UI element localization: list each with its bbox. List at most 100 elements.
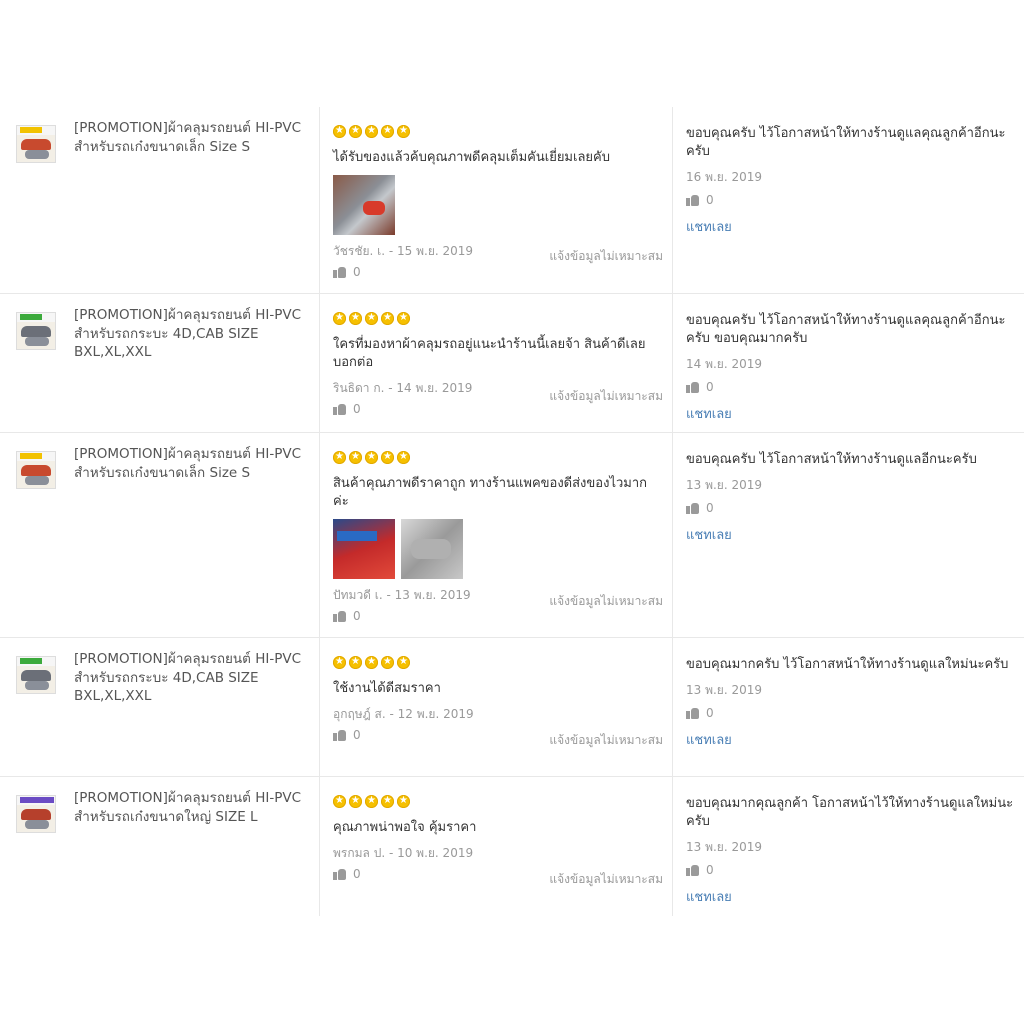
- reply-text: ขอบคุณมากคุณลูกค้า โอกาสหน้าไว้ให้ทางร้า…: [686, 796, 1014, 829]
- like-count: 0: [353, 728, 361, 742]
- thumbs-up-icon: [686, 381, 700, 393]
- reply-date: 13 พ.ย. 2019: [686, 683, 763, 697]
- review-row: [PROMOTION]ผ้าคลุมรถยนต์ HI-PVC สำหรับรถ…: [0, 107, 1024, 294]
- thumbs-up-icon: [686, 502, 700, 514]
- rating-stars: [333, 794, 663, 809]
- star-icon: [349, 794, 362, 808]
- column-divider: [319, 777, 320, 916]
- review-body: คุณภาพน่าพอใจ คุ้มราคา พรกมล ป. - 10 พ.ย…: [333, 794, 663, 903]
- rating-stars: [333, 450, 663, 465]
- review-photos: [333, 175, 663, 235]
- star-icon: [397, 794, 410, 808]
- thumbs-up-icon: [333, 403, 347, 415]
- rating-stars: [333, 655, 663, 670]
- reply-like-button[interactable]: 0: [686, 192, 1014, 208]
- report-link[interactable]: แจ้งข้อมูลไม่เหมาะสม: [549, 247, 663, 266]
- chat-now-link[interactable]: แชทเลย: [686, 524, 1014, 545]
- column-divider: [319, 107, 320, 293]
- seller-reply: ขอบคุณครับ ไว้โอกาสหน้าให้ทางร้านดูแลคุณ…: [686, 312, 1014, 424]
- product-title[interactable]: [PROMOTION]ผ้าคลุมรถยนต์ HI-PVC สำหรับรถ…: [74, 650, 310, 706]
- thumbs-up-icon: [686, 864, 700, 876]
- rating-stars: [333, 124, 663, 139]
- review-body: สินค้าคุณภาพดีราคาถูก ทางร้านแพคของดีส่ง…: [333, 450, 663, 625]
- seller-reply: ขอบคุณมากคุณลูกค้า โอกาสหน้าไว้ให้ทางร้า…: [686, 795, 1014, 907]
- product-title[interactable]: [PROMOTION]ผ้าคลุมรถยนต์ HI-PVC สำหรับรถ…: [74, 306, 310, 362]
- column-divider: [672, 638, 673, 776]
- star-icon: [365, 794, 378, 808]
- product-thumbnail[interactable]: [16, 125, 56, 163]
- seller-reply: ขอบคุณครับ ไว้โอกาสหน้าให้ทางร้านดูแลคุณ…: [686, 125, 1014, 237]
- reply-text: ขอบคุณครับ ไว้โอกาสหน้าให้ทางร้านดูแลอีก…: [686, 452, 977, 467]
- thumbs-up-icon: [333, 868, 347, 880]
- reply-like-count: 0: [706, 863, 714, 877]
- reply-date: 16 พ.ย. 2019: [686, 170, 763, 184]
- product-thumbnail[interactable]: [16, 795, 56, 833]
- product-thumbnail[interactable]: [16, 451, 56, 489]
- chat-now-link[interactable]: แชทเลย: [686, 216, 1014, 237]
- review-photo[interactable]: [401, 519, 463, 579]
- reply-date: 13 พ.ย. 2019: [686, 478, 763, 492]
- star-icon: [365, 311, 378, 325]
- star-icon: [381, 794, 394, 808]
- thumbs-up-icon: [333, 610, 347, 622]
- review-body: ใครที่มองหาผ้าคลุมรถอยู่แนะนำร้านนี้เลยจ…: [333, 311, 663, 420]
- star-icon: [349, 311, 362, 325]
- review-body: ได้รับของแล้วค้บคุณภาพดีคลุมเต็มคันเยี่ย…: [333, 124, 663, 280]
- star-icon: [397, 124, 410, 138]
- reply-text: ขอบคุณครับ ไว้โอกาสหน้าให้ทางร้านดูแลคุณ…: [686, 313, 1006, 346]
- chat-now-link[interactable]: แชทเลย: [686, 729, 1014, 750]
- reply-like-button[interactable]: 0: [686, 379, 1014, 395]
- review-row: [PROMOTION]ผ้าคลุมรถยนต์ HI-PVC สำหรับรถ…: [0, 638, 1024, 777]
- review-body: ใช้งานได้ดีสมราคา อุกฤษฎ์ ส. - 12 พ.ย. 2…: [333, 655, 663, 764]
- seller-reply: ขอบคุณมากครับ ไว้โอกาสหน้าให้ทางร้านดูแล…: [686, 656, 1014, 750]
- chat-now-link[interactable]: แชทเลย: [686, 886, 1014, 907]
- column-divider: [672, 107, 673, 293]
- reply-like-button[interactable]: 0: [686, 500, 1014, 516]
- thumbs-up-icon: [686, 194, 700, 206]
- star-icon: [381, 450, 394, 464]
- review-photos: [333, 519, 663, 579]
- star-icon: [365, 450, 378, 464]
- product-thumbnail[interactable]: [16, 312, 56, 350]
- review-photo[interactable]: [333, 519, 395, 579]
- report-link[interactable]: แจ้งข้อมูลไม่เหมาะสม: [549, 387, 663, 406]
- star-icon: [397, 311, 410, 325]
- like-count: 0: [353, 402, 361, 416]
- thumbs-up-icon: [333, 266, 347, 278]
- star-icon: [333, 311, 346, 325]
- product-title[interactable]: [PROMOTION]ผ้าคลุมรถยนต์ HI-PVC สำหรับรถ…: [74, 119, 310, 156]
- star-icon: [349, 450, 362, 464]
- reply-date: 14 พ.ย. 2019: [686, 357, 763, 371]
- product-title[interactable]: [PROMOTION]ผ้าคลุมรถยนต์ HI-PVC สำหรับรถ…: [74, 445, 310, 482]
- like-count: 0: [353, 867, 361, 881]
- review-text: ใครที่มองหาผ้าคลุมรถอยู่แนะนำร้านนี้เลยจ…: [333, 337, 646, 370]
- review-author-date: อุกฤษฎ์ ส. - 12 พ.ย. 2019: [333, 707, 474, 721]
- review-row: [PROMOTION]ผ้าคลุมรถยนต์ HI-PVC สำหรับรถ…: [0, 777, 1024, 916]
- star-icon: [333, 655, 346, 669]
- chat-now-link[interactable]: แชทเลย: [686, 403, 1014, 424]
- review-photo[interactable]: [333, 175, 395, 235]
- product-title[interactable]: [PROMOTION]ผ้าคลุมรถยนต์ HI-PVC สำหรับรถ…: [74, 789, 310, 826]
- reply-like-count: 0: [706, 380, 714, 394]
- report-link[interactable]: แจ้งข้อมูลไม่เหมาะสม: [549, 731, 663, 750]
- star-icon: [381, 124, 394, 138]
- reply-like-button[interactable]: 0: [686, 705, 1014, 721]
- thumbs-up-icon: [333, 729, 347, 741]
- column-divider: [672, 294, 673, 432]
- thumbs-up-icon: [686, 707, 700, 719]
- report-link[interactable]: แจ้งข้อมูลไม่เหมาะสม: [549, 870, 663, 889]
- like-count: 0: [353, 265, 361, 279]
- reply-like-count: 0: [706, 193, 714, 207]
- column-divider: [319, 638, 320, 776]
- report-link[interactable]: แจ้งข้อมูลไม่เหมาะสม: [549, 592, 663, 611]
- review-text: สินค้าคุณภาพดีราคาถูก ทางร้านแพคของดีส่ง…: [333, 476, 648, 509]
- star-icon: [397, 450, 410, 464]
- review-row: [PROMOTION]ผ้าคลุมรถยนต์ HI-PVC สำหรับรถ…: [0, 294, 1024, 433]
- review-row: [PROMOTION]ผ้าคลุมรถยนต์ HI-PVC สำหรับรถ…: [0, 433, 1024, 638]
- like-button[interactable]: 0: [333, 264, 663, 280]
- product-thumbnail[interactable]: [16, 656, 56, 694]
- star-icon: [381, 655, 394, 669]
- reply-like-button[interactable]: 0: [686, 862, 1014, 878]
- star-icon: [365, 655, 378, 669]
- star-icon: [349, 124, 362, 138]
